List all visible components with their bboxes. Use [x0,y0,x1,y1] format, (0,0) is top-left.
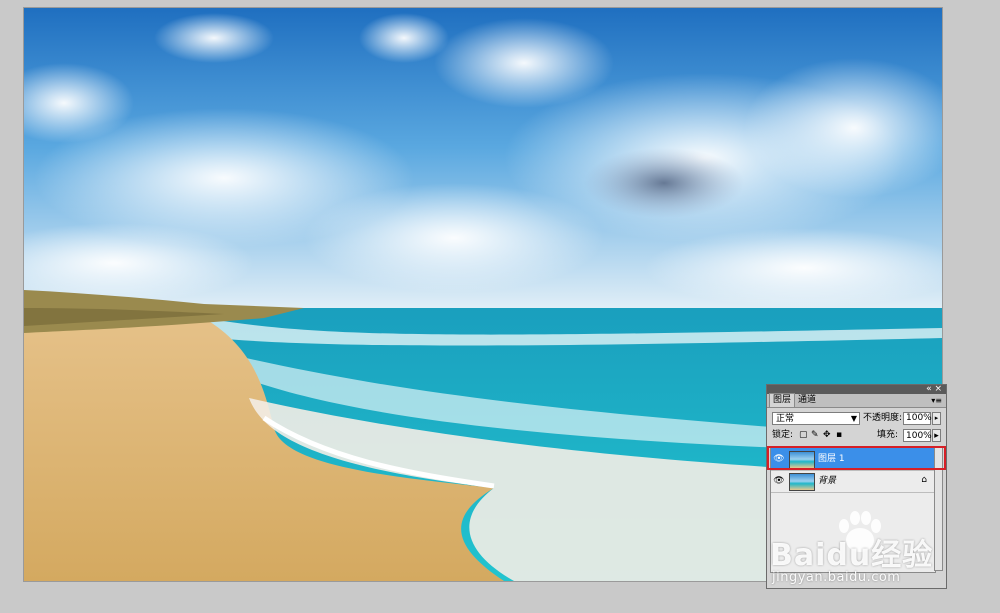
layer-name: 图层 1 [818,454,845,464]
lock-fill-row: 锁定: ▢ ✎ ✥ ▪ 填充: 100% ▸ [767,429,946,443]
lock-all-icon[interactable]: ▪ [836,429,842,442]
panel-menu-icon[interactable]: ▾≡ [931,394,942,407]
eye-icon[interactable]: 👁 [773,453,785,465]
lock-icon: ⌂ [921,475,927,485]
layer-list-scrollbar[interactable] [934,447,943,571]
lock-position-move-icon[interactable]: ✥ [823,429,831,442]
eye-icon[interactable]: 👁 [773,475,785,487]
chevron-down-icon: ▼ [850,414,857,423]
blend-opacity-row: 正常 ▼ 不透明度: 100% ▸ [767,409,946,427]
layer-row-layer-1[interactable]: 👁 图层 1 [771,448,935,471]
layer-row-background[interactable]: 👁 背景 ⌂ [771,470,935,493]
lock-label: 锁定: [772,430,794,440]
opacity-field[interactable]: 100% [903,412,932,425]
lock-image-brush-icon[interactable]: ✎ [811,429,819,442]
layer-thumbnail [789,473,815,491]
blend-mode-select[interactable]: 正常 ▼ [772,412,860,425]
lock-transparent-icon[interactable]: ▢ [799,429,808,442]
fill-field[interactable]: 100% [903,429,932,442]
fill-slider-arrow-icon[interactable]: ▸ [932,429,941,442]
blend-mode-value: 正常 [776,414,795,424]
opacity-label: 不透明度: [863,413,903,423]
panel-tabs: 图层 通道 ▾≡ [767,393,946,408]
layer-thumbnail [789,451,815,469]
fill-label: 填充: [877,430,899,440]
opacity-slider-arrow-icon[interactable]: ▸ [932,412,941,425]
tab-channels[interactable]: 通道 [795,394,819,407]
layer-list: 👁 图层 1 👁 背景 ⌂ [770,447,936,573]
layers-panel: « × 图层 通道 ▾≡ 正常 ▼ 不透明度: 100% ▸ 锁定: ▢ ✎ ✥… [766,384,947,589]
tab-layers[interactable]: 图层 [769,393,796,407]
layer-name: 背景 [818,476,837,486]
